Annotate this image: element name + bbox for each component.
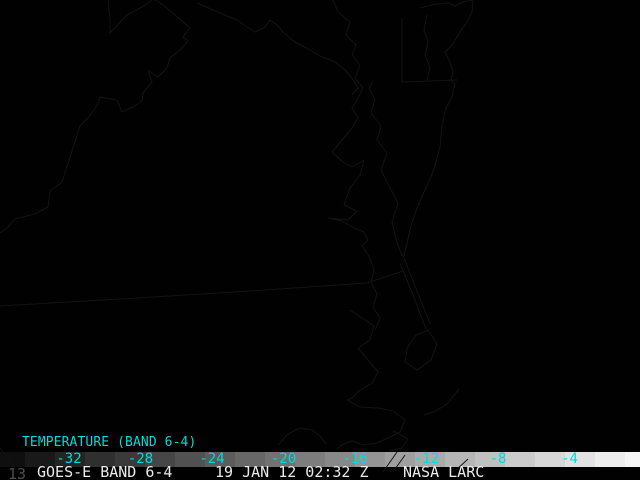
coastline-path [388, 430, 409, 452]
coastline-path [396, 242, 405, 258]
coastline-path [336, 399, 406, 450]
source-label: NASA LARC [403, 463, 485, 480]
coastline-path [403, 257, 431, 325]
coastline-path [154, 0, 191, 29]
coastline-path [419, 0, 474, 9]
coastline-path [368, 81, 399, 244]
coastline-path [399, 262, 427, 330]
coastline-path [277, 427, 327, 446]
station-label: GOES-E BAND 6-4 [37, 463, 173, 480]
coastline-overlay [0, 0, 474, 473]
coastline-path [423, 388, 460, 416]
coastline-path [346, 309, 379, 401]
colorbar-tick-label: -4 [561, 451, 578, 467]
coastline-path [327, 0, 381, 331]
satellite-image-viewport: TEMPERATURE (BAND 6-4) -32 -28 -24 -20 -16 -1… [0, 0, 640, 480]
coastline-path [0, 27, 191, 234]
coastline-path [403, 0, 474, 257]
coastline-path [196, 2, 359, 96]
frame-number: 13 [8, 465, 27, 480]
product-title: TEMPERATURE (BAND 6-4) [22, 435, 197, 450]
timestamp-label: 19 JAN 12 02:32 Z [215, 463, 369, 480]
coastline-path [401, 18, 458, 83]
coastline-path [404, 329, 438, 371]
coastline-path [423, 14, 431, 81]
colorbar-tick-label: -8 [489, 451, 507, 467]
coastline-path [0, 270, 404, 307]
coastline-path [107, 0, 153, 34]
